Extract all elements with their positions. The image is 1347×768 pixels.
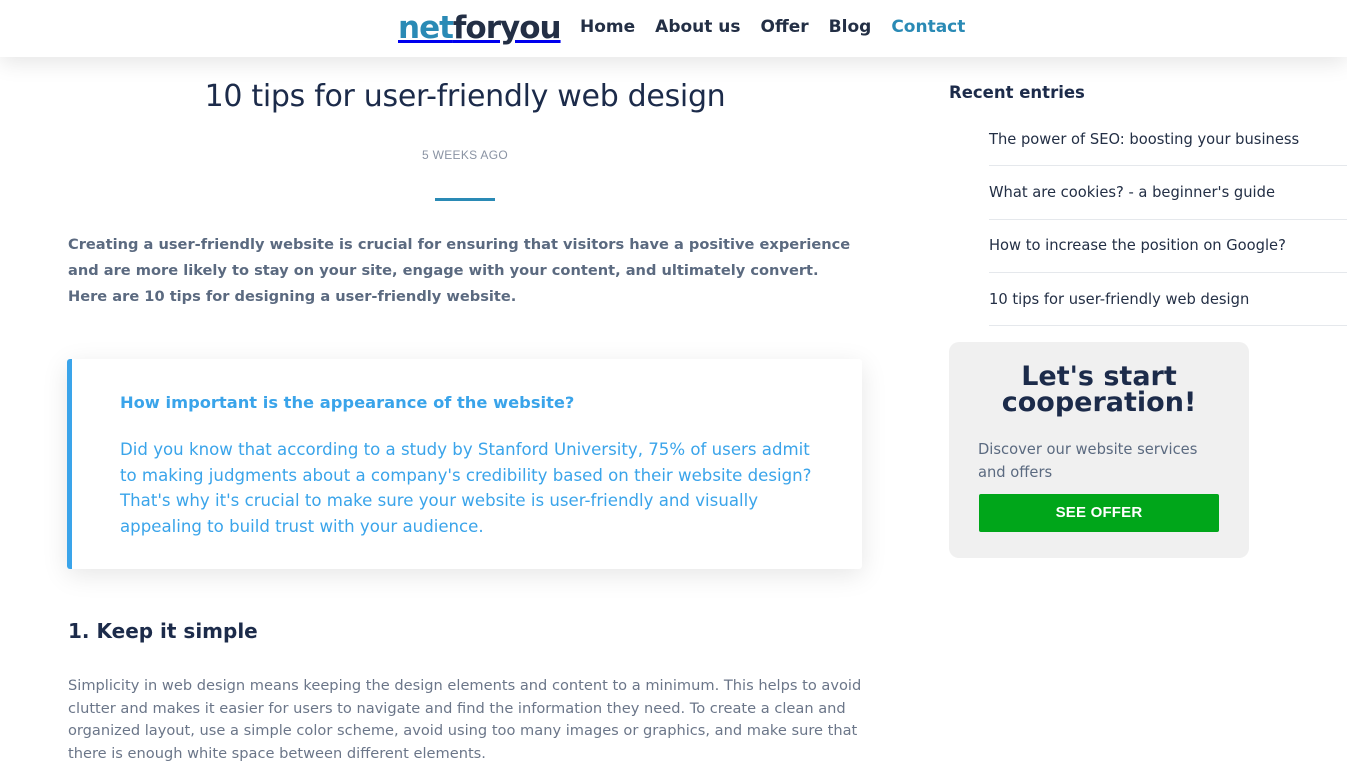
logo-text-foryou: foryou bbox=[452, 10, 562, 46]
logo-text-net: net bbox=[398, 10, 454, 46]
sidebar: Recent entries The power of SEO: boostin… bbox=[930, 57, 1347, 768]
recent-entry-link[interactable]: 10 tips for user-friendly web design bbox=[989, 291, 1249, 308]
title-divider bbox=[435, 198, 495, 201]
recent-entries-title: Recent entries bbox=[949, 83, 1085, 102]
section-paragraph: Simplicity in web design means keeping t… bbox=[68, 677, 862, 762]
callout-question: How important is the appearance of the w… bbox=[120, 393, 575, 412]
see-offer-button[interactable]: SEE OFFER bbox=[979, 494, 1219, 532]
cooperation-title: Let's start cooperation! bbox=[1001, 361, 1197, 418]
section-heading: 1. Keep it simple bbox=[68, 619, 258, 643]
recent-entry-link[interactable]: What are cookies? - a beginner's guide bbox=[989, 184, 1275, 201]
nav-offer[interactable]: Offer bbox=[761, 17, 809, 37]
site-header: netforyou Home About us Offer Blog Conta… bbox=[0, 0, 1347, 57]
list-item: 10 tips for user-friendly web design bbox=[989, 273, 1347, 327]
nav-blog[interactable]: Blog bbox=[829, 17, 872, 37]
article-title: 10 tips for user-friendly web design bbox=[204, 79, 726, 114]
article-main: 10 tips for user-friendly web design 5 W… bbox=[0, 57, 930, 768]
callout-body: Did you know that according to a study b… bbox=[120, 440, 812, 536]
callout-box: How important is the appearance of the w… bbox=[67, 359, 862, 569]
cooperation-card: Let's start cooperation! Discover our we… bbox=[949, 342, 1249, 558]
recent-entries-list: The power of SEO: boosting your business… bbox=[989, 113, 1347, 327]
nav-contact[interactable]: Contact bbox=[891, 17, 965, 37]
nav-home[interactable]: Home bbox=[580, 17, 635, 37]
nav-about-us[interactable]: About us bbox=[655, 17, 740, 37]
list-item: How to increase the position on Google? bbox=[989, 220, 1347, 273]
cooperation-text: Discover our website services and offers bbox=[978, 441, 1198, 481]
article-date: 5 WEEKS AGO bbox=[422, 148, 508, 162]
recent-entry-link[interactable]: How to increase the position on Google? bbox=[989, 237, 1286, 254]
main-nav: Home About us Offer Blog Contact bbox=[580, 17, 985, 37]
article-intro: Creating a user-friendly website is cruc… bbox=[68, 236, 851, 305]
list-item: What are cookies? - a beginner's guide bbox=[989, 166, 1347, 220]
list-item: The power of SEO: boosting your business bbox=[989, 113, 1347, 167]
recent-entry-link[interactable]: The power of SEO: boosting your business bbox=[989, 131, 1299, 148]
site-logo[interactable]: netforyou bbox=[398, 10, 562, 46]
